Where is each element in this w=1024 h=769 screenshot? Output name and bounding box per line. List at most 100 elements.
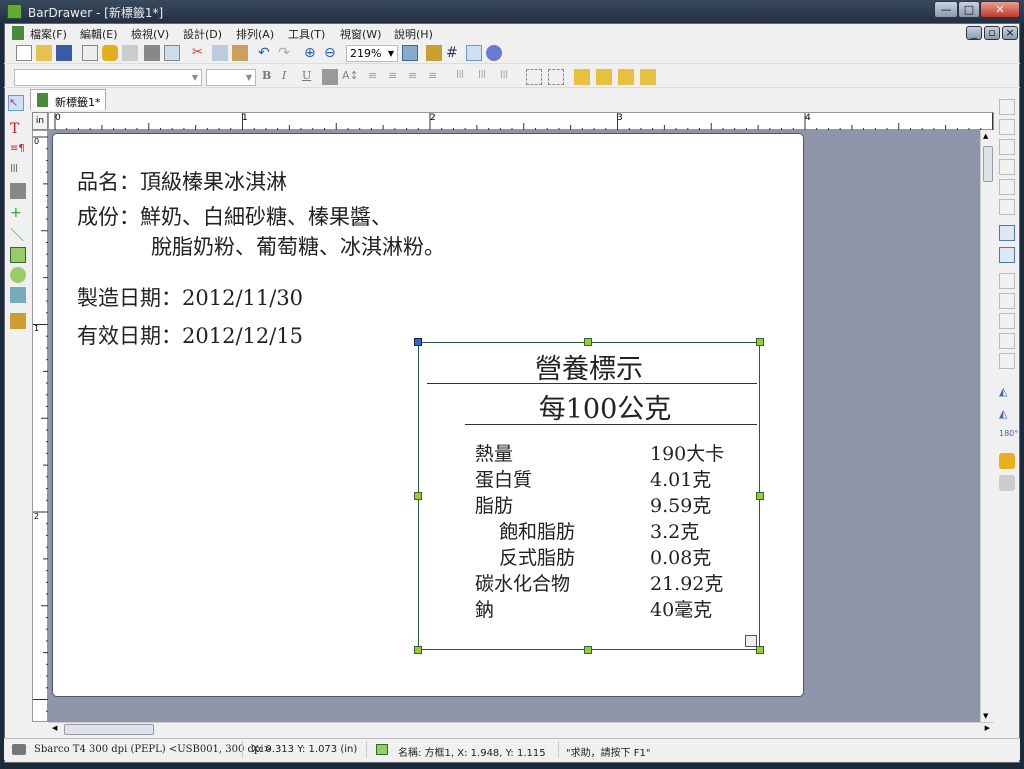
ruler-icon[interactable] [426,45,442,61]
save-icon[interactable] [56,45,72,61]
italic-button[interactable]: I [282,69,298,85]
menu-window[interactable]: 視窗(W) [340,26,381,42]
scroll-right-icon[interactable]: ▶ [985,724,990,732]
menu-design[interactable]: 設計(D) [183,26,222,42]
scroll-down-icon[interactable]: ▼ [983,712,988,720]
product-name-text[interactable]: 品名：頂級榛果冰淇淋 [77,166,287,196]
backward-icon[interactable] [640,69,656,85]
group-icon[interactable] [526,69,542,85]
mdi-restore-button[interactable]: ▫ [984,26,1000,40]
bold-button[interactable]: B [262,69,278,85]
barcode-text-below-icon[interactable]: ||| [478,69,494,85]
underline-button[interactable]: U [302,69,318,85]
resize-handle[interactable] [414,492,422,500]
space-h-icon[interactable] [999,313,1015,329]
page-setup-icon[interactable] [82,45,98,61]
paragraph-tool-icon[interactable]: ≡¶ [10,143,26,159]
zoom-select[interactable]: 219% ▼ [346,45,398,62]
vertical-scrollbar[interactable]: ▲ ▼ [980,130,994,722]
manufacture-date-text[interactable]: 製造日期：2012/11/30 [77,282,303,312]
fit-page-icon[interactable] [402,45,418,61]
line-tool-icon[interactable]: ＼ [10,225,26,244]
zoom-out-icon[interactable]: ⊖ [324,45,340,61]
snap-icon[interactable] [466,45,482,61]
resize-handle[interactable] [584,338,592,346]
2d-barcode-tool-icon[interactable] [10,183,26,199]
menu-file[interactable]: 檔案(F) [30,26,67,42]
menu-help[interactable]: 說明(H) [394,26,433,42]
rectangle-tool-icon[interactable] [10,247,26,263]
mdi-close-button[interactable]: × [1002,26,1018,40]
new-icon[interactable] [16,45,32,61]
align-bottom-icon[interactable] [999,199,1015,215]
cut-icon[interactable]: ✂ [192,45,208,61]
font-size-select[interactable]: ▼ [206,69,256,86]
picture-tool-icon[interactable] [10,287,26,303]
ellipse-tool-icon[interactable] [10,267,26,283]
menu-arrange[interactable]: 排列(A) [236,26,274,42]
mdi-minimize-button[interactable]: _ [966,26,982,40]
same-size-icon[interactable] [999,353,1015,369]
nutrition-box[interactable]: 營養標示 每100公克 熱量 190大卡 蛋白質 4.01克 脂肪 9.59克 飽和脂肪 3.… [418,342,760,650]
scroll-thumb[interactable] [983,146,993,182]
expiry-date-text[interactable]: 有效日期：2012/12/15 [77,320,303,350]
send-back-icon[interactable] [596,69,612,85]
bring-front-icon[interactable] [574,69,590,85]
align-left-edge-icon[interactable] [999,99,1015,115]
tab-document[interactable]: 新標籤1* [30,89,106,110]
forward-icon[interactable] [618,69,634,85]
resize-handle[interactable] [584,646,592,654]
image-icon[interactable] [122,45,138,61]
flip-h-icon[interactable]: ◭ [999,385,1015,401]
resize-handle[interactable] [756,338,764,346]
crosshair-tool-icon[interactable]: + [10,205,26,221]
open-icon[interactable] [36,45,52,61]
menu-tools[interactable]: 工具(T) [288,26,325,42]
rotate-180-icon[interactable]: 180° [999,429,1018,445]
paste-icon[interactable] [232,45,248,61]
anchor-handle[interactable] [414,338,422,346]
align-h-center-icon[interactable] [999,119,1015,135]
space-v-icon[interactable] [999,333,1015,349]
reverse-text-icon[interactable] [322,69,338,85]
print-preview-icon[interactable] [164,45,180,61]
print-icon[interactable] [144,45,160,61]
scroll-up-icon[interactable]: ▲ [983,132,988,140]
lock-icon[interactable] [999,453,1015,469]
justify-icon[interactable]: ≡ [428,69,444,85]
text-tool-icon[interactable]: T [10,121,26,137]
barcode-icon[interactable]: ||| [456,69,472,85]
align-left-icon[interactable]: ≡ [368,69,384,85]
minimize-button[interactable]: — [934,1,958,18]
ingredients-text-line2[interactable]: 脫脂奶粉、葡萄糖、冰淇淋粉。 [151,231,445,261]
same-height-icon[interactable] [999,293,1015,309]
ingredients-text-line1[interactable]: 成份：鮮奶、白細砂糖、榛果醬、 [77,201,392,231]
font-name-select[interactable]: ▼ [14,69,202,86]
align-top-icon[interactable] [999,159,1015,175]
menu-edit[interactable]: 編輯(E) [80,26,118,42]
scroll-thumb[interactable] [64,724,154,735]
ungroup-icon[interactable] [548,69,564,85]
maximize-button[interactable]: □ [958,1,980,18]
scroll-left-icon[interactable]: ◀ [52,724,57,732]
copy-icon[interactable] [212,45,228,61]
close-button[interactable]: ✕ [980,1,1020,18]
unlock-icon[interactable] [999,475,1015,491]
center-horizontal-icon[interactable] [999,247,1015,263]
barcode-text-above-icon[interactable]: ||| [500,69,516,85]
help-icon[interactable] [486,45,502,61]
zoom-in-icon[interactable]: ⊕ [304,45,320,61]
text-size-icon[interactable]: A↕ [342,69,359,85]
resize-handle[interactable] [756,492,764,500]
center-vertical-icon[interactable] [999,225,1015,241]
resize-handle[interactable] [414,646,422,654]
flip-v-icon[interactable]: ◭ [999,407,1015,423]
select-tool-icon[interactable]: ↖ [8,95,24,111]
undo-icon[interactable]: ↶ [258,45,274,61]
resize-handle[interactable] [756,646,764,654]
same-width-icon[interactable] [999,273,1015,289]
ruler-unit-button[interactable]: in [32,112,48,130]
redo-icon[interactable]: ↷ [278,45,294,61]
barcode-tool-icon[interactable]: ||| [10,163,26,179]
align-right-edge-icon[interactable] [999,139,1015,155]
